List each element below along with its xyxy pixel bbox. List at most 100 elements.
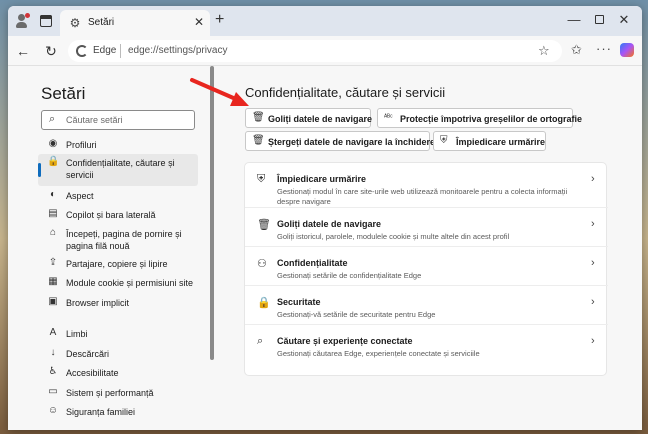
sidebar-item-label: Începeți, pagina de pornire și pagina fi… [66,229,182,251]
spellcheck-protection-button[interactable]: ᴬᴮᶜ Protecție împotriva greșelilor de or… [377,108,582,128]
sidebar-item-label: Aspect [66,191,94,201]
button-label: Împiedicare urmărire [456,137,546,147]
address-url[interactable]: edge://settings/privacy [128,45,228,56]
trash-icon: 🗑 [252,112,265,123]
maximize-button[interactable] [589,12,609,27]
list-item-security[interactable]: 🔒 Securitate Gestionați-vă setările de s… [245,286,608,324]
sidebar-item-copilot[interactable]: ▤ Copilot și bara laterală [38,206,198,224]
refresh-button[interactable]: ↻ [42,42,60,60]
clear-on-close-button[interactable]: 🗑 Ștergeți datele de navigare la închide… [245,131,435,151]
button-label: Protecție împotriva greșelilor de ortogr… [400,114,583,124]
sidebar-item-label: Partajare, copiere și lipire [66,259,168,269]
sidebar-item-label: Siguranța familiei [66,407,136,417]
sidebar-item-label: Sistem și performanță [66,388,154,398]
clear-browsing-data-button[interactable]: 🗑 Goliți datele de navigare [245,108,373,128]
family-icon: ☺ [47,405,59,416]
row-description: Gestionați căutarea Edge, experiențele c… [277,349,480,358]
tracking-icon: ⛨ [440,135,448,146]
settings-title: Setări [41,84,86,103]
more-options-icon[interactable]: ··· [596,41,612,56]
close-window-button[interactable]: ✕ [614,12,634,28]
button-label: Ștergeți datele de navigare la închidere [268,137,436,147]
search-icon: ⌕ [257,335,264,347]
sidebar-item-label: Confidențialitate, căutare și servicii [66,158,175,180]
accessibility-icon: ♿ [48,366,58,377]
edge-icon [76,45,88,57]
list-item-search-services[interactable]: ⌕ Căutare și experiențe conectate Gestio… [245,325,608,365]
address-bar[interactable]: Edge edge://settings/privacy ☆ [68,40,562,62]
sidebar-item-cookies[interactable]: ▦ Module cookie și permisiuni site [38,274,198,292]
favorites-icon[interactable]: ✩ [571,42,582,58]
navigation-bar: ← ↻ Edge edge://settings/privacy ☆ ✩ ··· [8,36,642,66]
list-item-clear-data[interactable]: 🗑 Goliți datele de navigare Goliți istor… [245,208,608,246]
sidebar-item-accessibility[interactable]: ♿ Accesibilitate [38,364,198,382]
privacy-icon: ⚇ [257,258,267,270]
sidebar-scrollbar[interactable] [210,66,214,360]
row-title: Securitate [277,297,321,307]
lock-icon: 🔒 [257,297,271,309]
chevron-right-icon: › [591,257,595,269]
system-icon: ▭ [48,386,58,397]
sidebar-item-default-browser[interactable]: ▣ Browser implicit [38,294,198,312]
sidebar-item-start-home[interactable]: ⌂ Începeți, pagina de pornire și pagina … [38,225,198,251]
sidebar-item-label: Accesibilitate [66,368,119,378]
download-icon: ↓ [50,347,56,358]
sidebar-item-languages[interactable]: A Limbi [38,325,198,343]
active-indicator [38,163,41,177]
chevron-right-icon: › [591,296,595,308]
list-item-tracking[interactable]: ⛨ Împiedicare urmărire Gestionați modul … [245,163,608,207]
row-description: Goliți istoricul, parolele, modulele coo… [277,232,510,241]
minimize-button[interactable]: — [564,12,584,27]
browser-icon: ▣ [48,296,58,307]
row-title: Confidențialitate [277,258,348,268]
tab-settings[interactable]: ⚙ Setări ✕ [60,10,210,36]
profile-icon[interactable] [14,13,30,29]
home-icon: ⌂ [49,227,57,238]
search-input[interactable]: ⌕ Căutare setări [41,110,195,130]
share-icon: ⇪ [48,257,58,268]
button-label: Goliți datele de navigare [268,114,373,124]
favorite-star-icon[interactable]: ☆ [538,43,550,59]
sidebar-icon: ▤ [48,208,58,219]
list-item-privacy[interactable]: ⚇ Confidențialitate Gestionați setările … [245,247,608,285]
sidebar-item-profiles[interactable]: ◉ Profiluri [38,136,198,154]
row-description: Gestionați modul în care site-urile web … [277,187,568,206]
appearance-icon: ◐ [49,189,57,200]
chevron-right-icon: › [591,173,595,185]
sidebar-item-label: Browser implicit [66,298,130,308]
trash-icon: 🗑 [257,219,271,231]
tracking-prevention-button[interactable]: ⛨ Împiedicare urmărire [433,131,546,151]
row-description: Gestionați setările de confidențialitate… [277,271,422,280]
sidebar-item-label: Profiluri [66,140,97,150]
close-tab-icon[interactable]: ✕ [194,15,204,29]
row-title: Goliți datele de navigare [277,219,382,229]
lock-icon: 🔒 [47,156,60,167]
sidebar-item-share[interactable]: ⇪ Partajare, copiere și lipire [38,255,198,273]
sidebar-item-family[interactable]: ☺ Siguranța familiei [38,403,198,421]
row-title: Împiedicare urmărire [277,174,367,184]
spellcheck-icon: ᴬᴮᶜ [384,114,393,121]
profile-icon: ◉ [48,138,58,149]
sidebar-item-privacy[interactable]: 🔒 Confidențialitate, căutare și servicii [38,154,198,186]
search-icon: ⌕ [49,113,56,125]
row-description: Gestionați-vă setările de securitate pen… [277,310,436,319]
new-tab-button[interactable]: + [215,11,224,29]
cookie-icon: ▦ [48,276,58,287]
back-button[interactable]: ← [14,42,32,60]
address-separator [120,44,121,58]
sidebar-item-system[interactable]: ▭ Sistem și performanță [38,384,198,402]
sidebar-item-appearance[interactable]: ◐ Aspect [38,187,198,205]
sidebar-item-label: Copilot și bara laterală [66,210,156,220]
sidebar-item-downloads[interactable]: ↓ Descărcări [38,345,198,363]
tab-strip: ⚙ Setări ✕ + — ✕ [8,6,642,36]
chevron-right-icon: › [591,335,595,347]
row-title: Căutare și experiențe conectate [277,336,413,346]
settings-page: Setări ⌕ Căutare setări ◉ Profiluri 🔒 Co… [8,66,642,430]
tab-title: Setări [88,17,115,28]
copilot-icon[interactable] [620,43,634,57]
browser-window: ⚙ Setări ✕ + — ✕ ← ↻ Edge edge://setting… [8,6,642,430]
search-placeholder: Căutare setări [66,115,123,125]
sidebar-item-label: Descărcări [66,349,110,359]
workspaces-icon[interactable] [38,13,54,29]
gear-icon: ⚙ [69,16,81,30]
